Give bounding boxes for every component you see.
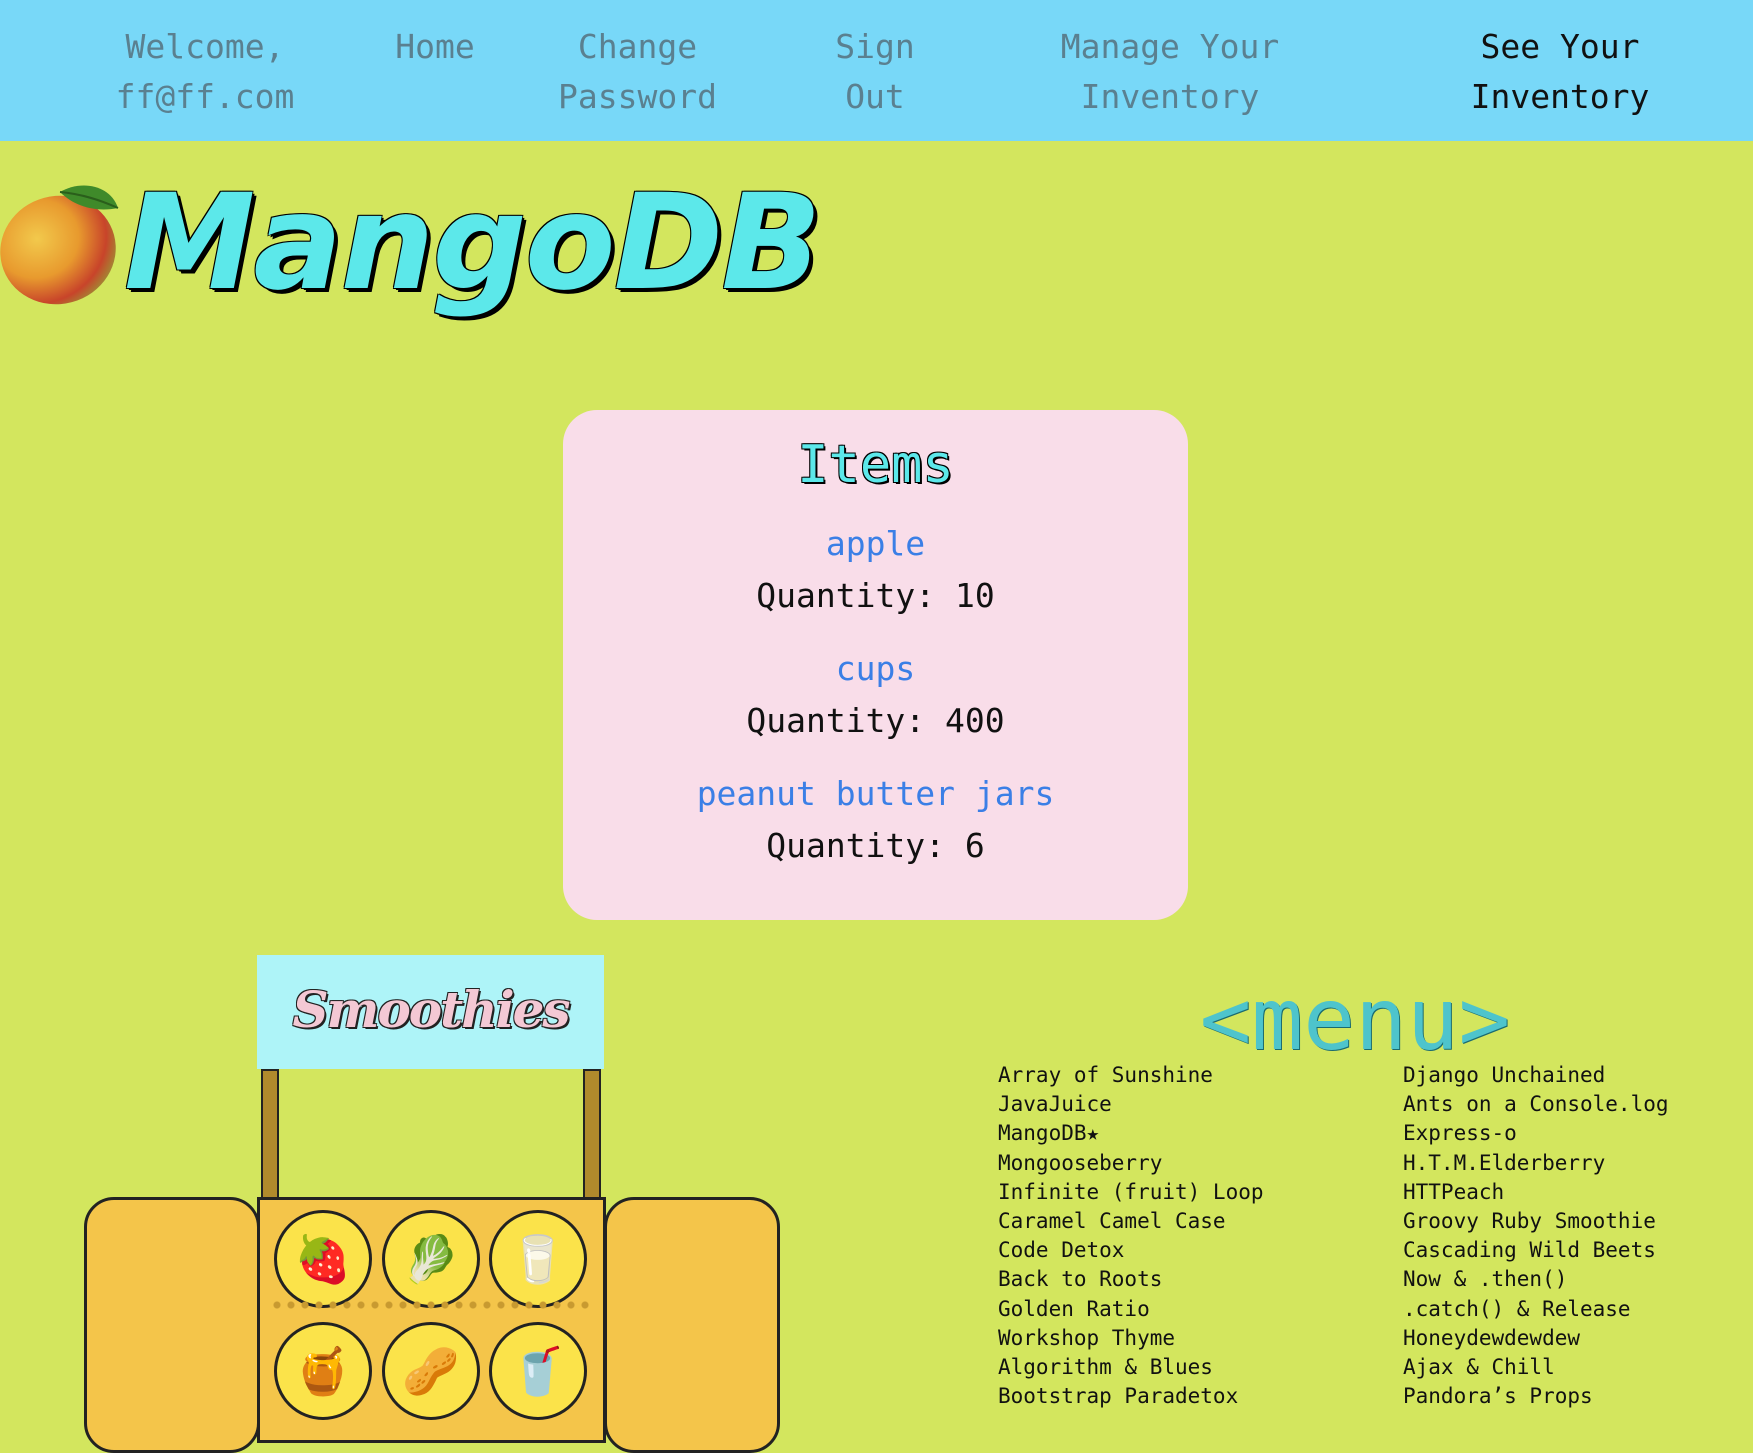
- stand-side-left: [84, 1197, 260, 1453]
- menu-item: Caramel Camel Case: [998, 1209, 1226, 1234]
- item-name-link[interactable]: cups: [563, 643, 1188, 695]
- logo: MangoDB: [0, 158, 822, 328]
- menu-item: H.T.M.Elderberry: [1403, 1150, 1606, 1175]
- list-item: cups Quantity: 400: [563, 643, 1188, 747]
- menu-item: Ajax & Chill: [1403, 1355, 1555, 1380]
- menu-item: Django Unchained: [1403, 1063, 1606, 1087]
- menu-item: Infinite (fruit) Loop: [998, 1179, 1264, 1204]
- mango-icon: [0, 185, 119, 305]
- counter-dots: [270, 1300, 595, 1310]
- menu-item: Code Detox: [998, 1238, 1125, 1263]
- peanuts-icon: 🥜: [382, 1322, 480, 1420]
- stand-sign: Smoothies: [257, 955, 604, 1069]
- list-item: peanut butter jars Quantity: 6: [563, 768, 1188, 872]
- strawberry-icon: 🍓: [274, 1210, 372, 1308]
- menu-item: HTTPeach: [1403, 1179, 1505, 1204]
- menu-column-right: Django Unchained Ants on a Console.log E…: [1403, 1061, 1669, 1411]
- stand-side-right: [604, 1197, 780, 1453]
- menu-title: <menu>: [1199, 970, 1511, 1070]
- menu-item: Golden Ratio: [998, 1296, 1150, 1321]
- list-item: apple Quantity: 10: [563, 518, 1188, 622]
- items-title: Items: [797, 435, 954, 495]
- menu-item: Pandora’s Props: [1403, 1384, 1593, 1409]
- menu-item: Honeydewdewdew: [1403, 1325, 1581, 1350]
- stand-counter: 🍓 🥬 🥛 🍯 🥜 🥤: [257, 1197, 606, 1443]
- stand-pole-right: [583, 1069, 601, 1203]
- menu-item: Groovy Ruby Smoothie: [1403, 1209, 1656, 1234]
- nav-manage-inventory-link[interactable]: Manage Your Inventory: [1040, 22, 1300, 122]
- logo-text: MangoDB: [124, 166, 822, 320]
- items-card: Items apple Quantity: 10 cups Quantity: …: [563, 410, 1188, 920]
- menu-item: Algorithm & Blues: [998, 1355, 1213, 1380]
- menu-column-left: Array of Sunshine JavaJuice MangoDB★ Mon…: [998, 1061, 1264, 1411]
- menu-item: Mongooseberry: [998, 1150, 1163, 1175]
- milk-glass-icon: 🥛: [489, 1210, 587, 1308]
- menu-item: Ants on a Console.log: [1403, 1092, 1669, 1117]
- top-nav: Welcome, ff@ff.com Home Change Password …: [0, 0, 1753, 141]
- nav-see-inventory-link[interactable]: See Your Inventory: [1440, 22, 1680, 122]
- leafy-greens-icon: 🥬: [382, 1210, 480, 1308]
- menu-item: JavaJuice: [998, 1092, 1112, 1117]
- item-name-link[interactable]: apple: [563, 518, 1188, 570]
- stand-sign-text: Smoothies: [292, 980, 570, 1039]
- nav-change-password-link[interactable]: Change Password: [540, 22, 735, 122]
- item-quantity: Quantity: 400: [746, 701, 1005, 740]
- menu-item: Express-o: [1403, 1121, 1517, 1146]
- item-quantity: Quantity: 10: [756, 576, 995, 615]
- nav-welcome: Welcome, ff@ff.com: [115, 27, 295, 116]
- item-quantity: Quantity: 6: [766, 826, 985, 865]
- nav-home-link[interactable]: Home: [370, 22, 500, 72]
- cup-with-straw-icon: 🥤: [489, 1322, 587, 1420]
- item-name-link[interactable]: peanut butter jars: [563, 768, 1188, 820]
- menu-item: .catch() & Release: [1403, 1296, 1631, 1321]
- menu-item: Array of Sunshine: [998, 1063, 1213, 1087]
- stand-pole-left: [261, 1069, 279, 1203]
- menu-item: Bootstrap Paradetox: [998, 1384, 1239, 1409]
- menu-item: Workshop Thyme: [998, 1325, 1176, 1350]
- menu-item: Back to Roots: [998, 1267, 1163, 1292]
- nav-sign-out-link[interactable]: Sign Out: [810, 22, 940, 122]
- menu-item: Now & .then(): [1403, 1267, 1568, 1292]
- menu-item: MangoDB★: [998, 1121, 1100, 1146]
- menu-item: Cascading Wild Beets: [1403, 1238, 1656, 1263]
- smoothie-stand-illustration: Smoothies 🍓 🥬 🥛 🍯 🥜 🥤: [80, 955, 780, 1453]
- honey-pot-icon: 🍯: [274, 1322, 372, 1420]
